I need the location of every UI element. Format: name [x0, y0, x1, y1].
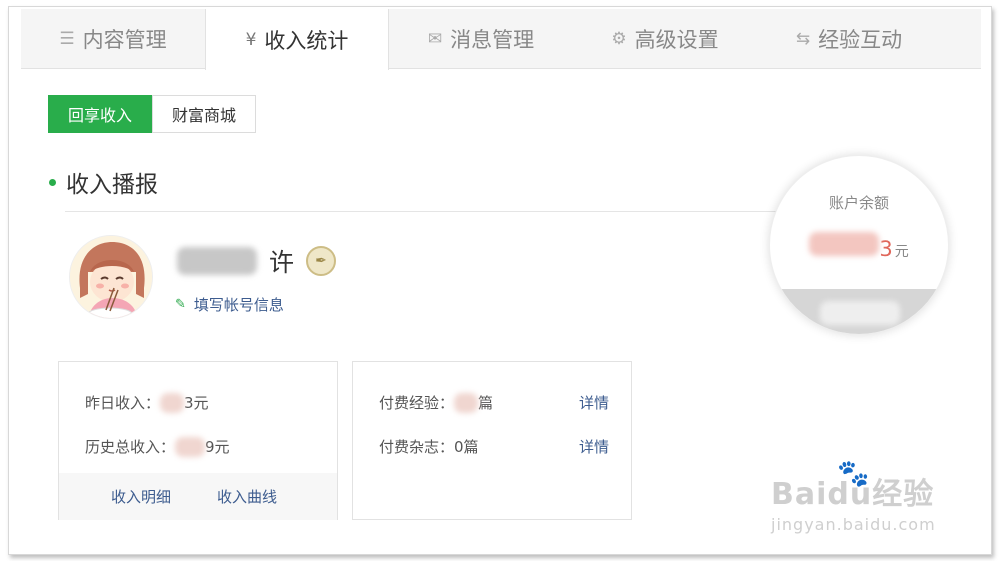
pen-badge-icon: ✒ — [306, 246, 337, 276]
section-title: 收入播报 — [66, 172, 158, 198]
exchange-icon: ⇆ — [795, 29, 811, 49]
main-tab-bar: ☰ 内容管理 ¥ 收入统计 ✉ 消息管理 ⚙ 高级设置 ⇆ 经验互动 — [21, 9, 981, 70]
avatar[interactable] — [69, 235, 153, 319]
income-summary-card: 昨日收入： 3元 历史总收入： 9元 收入明细 收入曲线 — [58, 361, 338, 520]
paw-logo-icon: 🐾 — [837, 459, 870, 489]
redacted-value — [454, 392, 479, 413]
subtab-share-income[interactable]: 回享收入 — [48, 95, 153, 133]
bullet-dot-icon — [49, 178, 56, 186]
tab-income-statistics[interactable]: ¥ 收入统计 — [205, 9, 389, 70]
paid-experience-detail-link[interactable]: 详情 — [579, 392, 609, 413]
baidu-watermark: 🐾 Baidu经验 jingyan.baidu.com — [771, 459, 936, 534]
account-balance-panel: 账户余额 3 元 — [769, 155, 949, 335]
tab-label: 消息管理 — [450, 28, 535, 52]
paid-experience-unit: 篇 — [478, 394, 494, 412]
tab-label: 高级设置 — [634, 28, 719, 52]
subtab-wealth-mall[interactable]: 财富商城 — [152, 95, 257, 133]
balance-amount-digit: 3 — [879, 237, 893, 261]
page-frame: ☰ 内容管理 ¥ 收入统计 ✉ 消息管理 ⚙ 高级设置 ⇆ 经验互动 回享收入 … — [8, 6, 992, 555]
mail-icon: ✉ — [427, 29, 443, 49]
yen-icon: ¥ — [245, 29, 257, 50]
username-text: 许 — [269, 248, 295, 277]
paid-magazine-row: 付费杂志：0篇 — [379, 436, 479, 457]
tab-label: 收入统计 — [264, 28, 349, 53]
total-income-value: 9元 — [205, 438, 230, 456]
pencil-icon: ✎ — [175, 297, 186, 312]
balance-unit: 元 — [894, 244, 909, 260]
tab-content-management[interactable]: ☰ 内容管理 — [21, 9, 205, 69]
balance-action-area[interactable] — [770, 289, 948, 334]
cartoon-girl-avatar-icon — [70, 236, 152, 318]
total-income-label: 历史总收入： — [85, 438, 176, 456]
fill-account-info-link[interactable]: ✎ 填写帐号信息 — [175, 294, 284, 315]
section-divider — [65, 211, 805, 212]
list-icon: ☰ — [59, 29, 75, 49]
redacted-amount — [809, 232, 880, 256]
redacted-action — [820, 301, 900, 325]
gear-icon: ⚙ — [611, 29, 627, 49]
paid-magazine-text: 付费杂志：0篇 — [379, 438, 479, 456]
watermark-url: jingyan.baidu.com — [771, 515, 936, 534]
redacted-name — [177, 247, 257, 275]
total-income-row: 历史总收入： 9元 — [85, 436, 230, 457]
tab-label: 经验互动 — [818, 28, 903, 52]
section-header: 收入播报 — [49, 165, 158, 199]
paid-content-card: 付费经验： 篇 详情 付费杂志：0篇 详情 — [352, 361, 632, 520]
redacted-value — [175, 436, 206, 457]
yesterday-income-row: 昨日收入： 3元 — [85, 392, 209, 413]
paid-magazine-detail-link[interactable]: 详情 — [579, 436, 609, 457]
paid-experience-label: 付费经验： — [379, 394, 455, 412]
paid-experience-row: 付费经验： 篇 — [379, 392, 493, 413]
tab-experience-interaction[interactable]: ⇆ 经验互动 — [757, 9, 941, 69]
tab-advanced-settings[interactable]: ⚙ 高级设置 — [573, 9, 757, 69]
income-card-footer: 收入明细 收入曲线 — [59, 473, 337, 520]
balance-label: 账户余额 — [828, 194, 889, 212]
yesterday-income-label: 昨日收入： — [85, 394, 161, 412]
balance-amount: 3 元 — [770, 232, 948, 261]
username-row: 许 ✒ — [177, 243, 337, 279]
sub-tab-group: 回享收入 财富商城 — [48, 95, 257, 133]
fill-account-info-label: 填写帐号信息 — [193, 296, 284, 314]
income-curve-link[interactable]: 收入曲线 — [217, 486, 277, 507]
yesterday-income-value: 3元 — [184, 394, 209, 412]
income-detail-link[interactable]: 收入明细 — [111, 486, 171, 507]
tab-message-management[interactable]: ✉ 消息管理 — [389, 9, 573, 69]
tab-label: 内容管理 — [82, 28, 167, 52]
redacted-value — [160, 392, 185, 413]
